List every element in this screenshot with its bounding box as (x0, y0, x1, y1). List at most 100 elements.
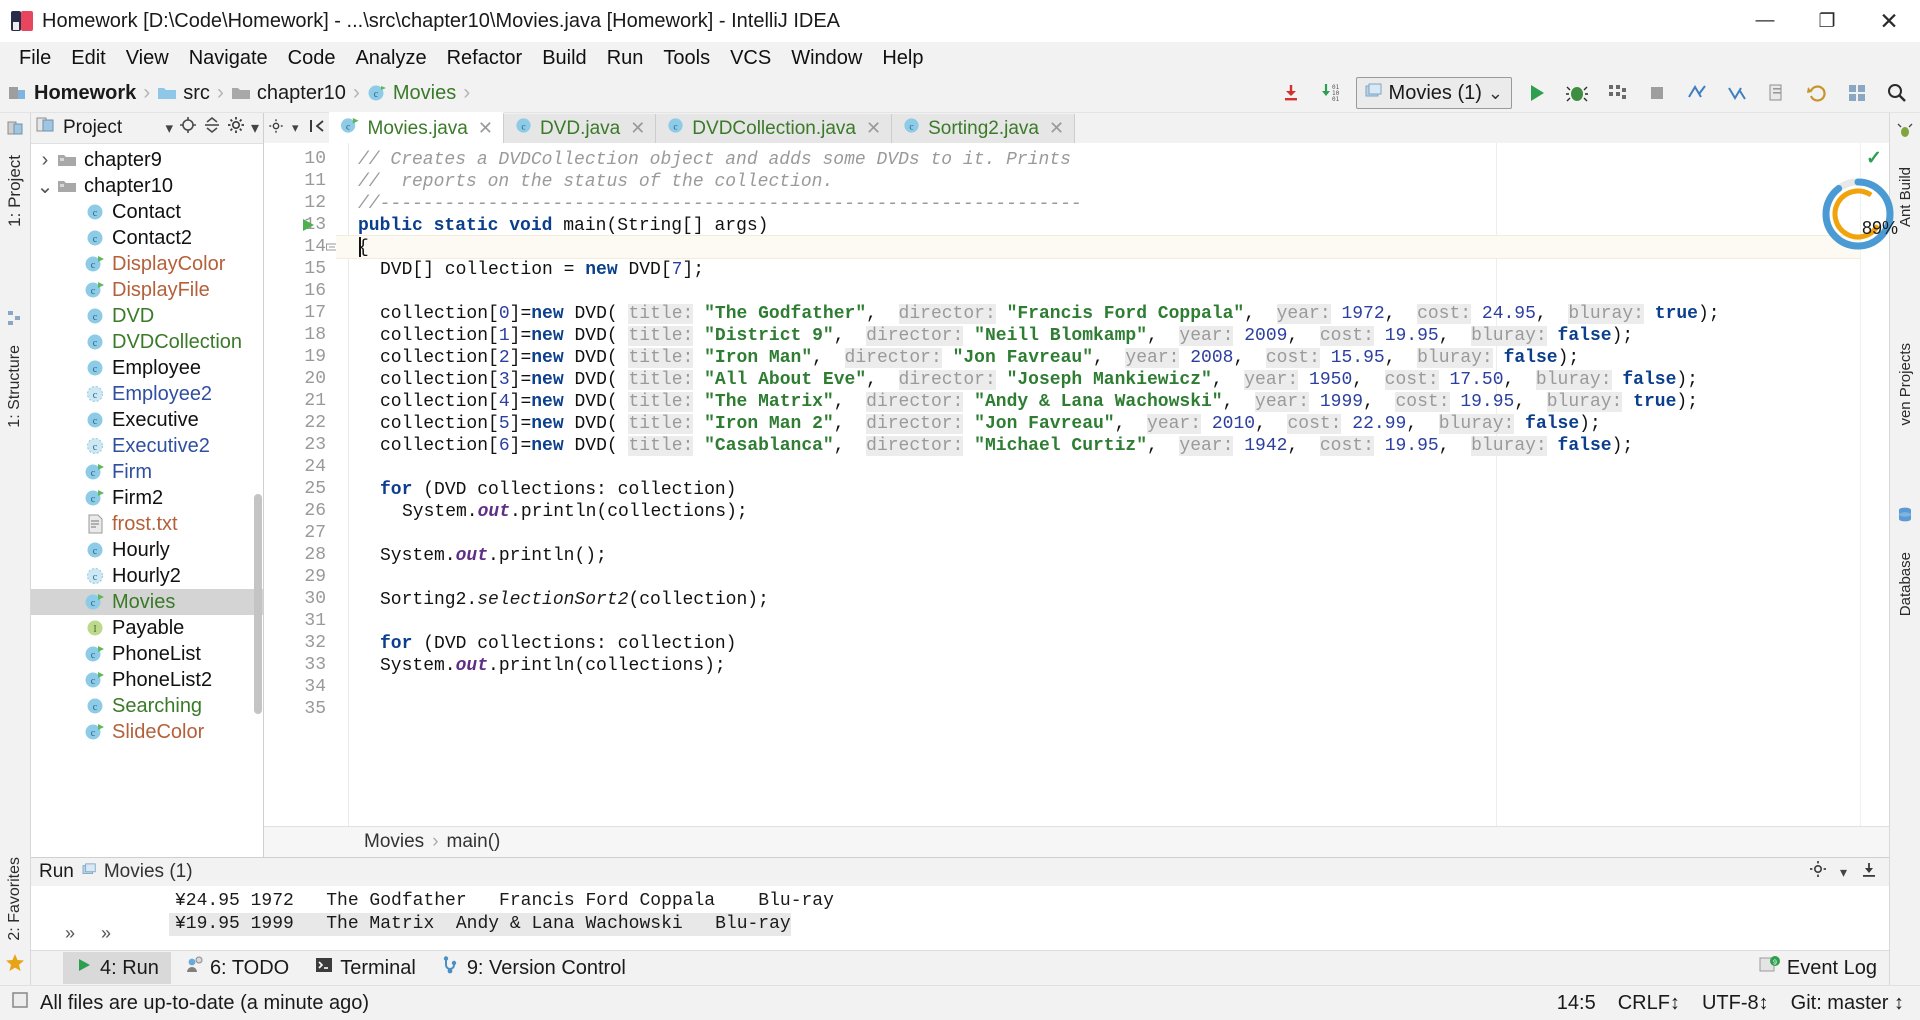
compile-icon[interactable]: 01 10 01 (1316, 78, 1346, 108)
maximize-button[interactable]: ❐ (1796, 0, 1858, 42)
code-line[interactable]: for (DVD collections: collection) (380, 633, 736, 655)
gear-icon[interactable] (227, 116, 245, 140)
menu-item-window[interactable]: Window (781, 45, 872, 72)
settings-gear-icon[interactable] (268, 117, 284, 140)
breadcrumb-item-src[interactable]: src (157, 82, 210, 105)
sidebar-item-maven-projects[interactable]: ven Projects (1897, 337, 1914, 432)
tree-item-employee2[interactable]: c Employee2 (31, 381, 263, 407)
tree-item-chapter9[interactable]: › chapter9 (31, 147, 263, 173)
run-gutter-icon[interactable] (300, 216, 316, 239)
run-console-output[interactable]: ¥24.95 1972 The Godfather Francis Ford C… (169, 886, 1889, 950)
tree-item-displayfile[interactable]: c DisplayFile (31, 277, 263, 303)
breadcrumb-item-movies[interactable]: c Movies (367, 82, 456, 105)
code-line[interactable]: collection[3]=new DVD( title: "All About… (380, 369, 1698, 391)
menu-item-view[interactable]: View (116, 45, 179, 72)
locate-icon[interactable] (179, 116, 197, 140)
tree-item-chapter10[interactable]: ⌄ chapter10 (31, 173, 263, 199)
tree-item-phonelist2[interactable]: c PhoneList2 (31, 667, 263, 693)
hide-panel-icon[interactable]: ▾ (251, 118, 259, 138)
tree-item-employee[interactable]: c Employee (31, 355, 263, 381)
caret-position[interactable]: 14:5 (1557, 992, 1596, 1015)
tree-item-executive[interactable]: c Executive (31, 407, 263, 433)
code-line[interactable]: System.out.println(collections); (380, 655, 726, 677)
settings-gear-icon[interactable] (1842, 78, 1872, 108)
minimize-button[interactable]: — (1734, 0, 1796, 42)
tree-item-firm2[interactable]: c Firm2 (31, 485, 263, 511)
menu-item-edit[interactable]: Edit (61, 45, 115, 72)
code-line[interactable]: for (DVD collections: collection) (380, 479, 736, 501)
code-line[interactable]: Sorting2.selectionSort2(collection); (380, 589, 769, 611)
menu-item-help[interactable]: Help (872, 45, 933, 72)
editor-breadcrumb-item[interactable]: Movies (364, 831, 424, 853)
run-panel-config[interactable]: Movies (1) (82, 861, 193, 883)
vcs-commit-icon[interactable] (1722, 78, 1752, 108)
tree-item-payable[interactable]: I Payable (31, 615, 263, 641)
editor-gutter[interactable]: 10 11 12 13 14 15 16 17 18 19 20 21 22 23 24 25 26 27 28 29… (264, 143, 338, 826)
scroll-to-source-icon[interactable] (307, 117, 325, 140)
close-button[interactable]: ✕ (1858, 0, 1920, 42)
run-button[interactable] (1522, 78, 1552, 108)
menu-item-navigate[interactable]: Navigate (179, 45, 278, 72)
menu-item-code[interactable]: Code (278, 45, 346, 72)
code-line[interactable]: // Creates a DVDCollection object and ad… (358, 149, 1071, 171)
favorites-star-icon[interactable] (5, 953, 25, 979)
undo-icon[interactable] (1802, 78, 1832, 108)
code-line[interactable]: DVD[] collection = new DVD[7]; (380, 259, 704, 281)
project-tree[interactable]: › chapter9 ⌄ chapter10 c Contact c Contact2 c Dis… (31, 144, 263, 857)
close-icon[interactable]: ✕ (1049, 118, 1064, 139)
tree-item-firm[interactable]: c Firm (31, 459, 263, 485)
code-line[interactable]: System.out.println(); (380, 545, 607, 567)
editor-tab-dvd-java[interactable]: c DVD.java ✕ (503, 114, 657, 143)
vcs-update-icon[interactable] (1682, 78, 1712, 108)
expand-right-button[interactable]: » (101, 923, 111, 944)
tree-twisty-icon[interactable]: › (35, 149, 55, 172)
tool-tab-terminal[interactable]: Terminal (303, 952, 428, 984)
tree-twisty-icon[interactable]: ⌄ (35, 174, 55, 199)
project-scrollbar[interactable] (253, 144, 263, 857)
update-project-icon[interactable] (1276, 78, 1306, 108)
code-line[interactable]: collection[5]=new DVD( title: "Iron Man … (380, 413, 1601, 435)
event-log-area[interactable]: 9 Event Log (1759, 956, 1889, 980)
tree-item-hourly2[interactable]: c Hourly2 (31, 563, 263, 589)
menu-item-file[interactable]: File (9, 45, 61, 72)
inspection-ok-icon[interactable]: ✓ (1866, 147, 1882, 170)
tree-item-dvd[interactable]: c DVD (31, 303, 263, 329)
tree-item-contact[interactable]: c Contact (31, 199, 263, 225)
debug-button[interactable] (1562, 78, 1592, 108)
tree-item-dvdcollection[interactable]: c DVDCollection (31, 329, 263, 355)
editor-breadcrumb-item[interactable]: main() (447, 831, 501, 853)
code-line[interactable]: System.out.println(collections); (402, 501, 748, 523)
tree-item-phonelist[interactable]: c PhoneList (31, 641, 263, 667)
sidebar-item-structure[interactable]: 1: Structure (6, 339, 24, 434)
code-line[interactable]: public static void main(String[] args) (358, 215, 768, 237)
menu-item-tools[interactable]: Tools (653, 45, 720, 72)
search-icon[interactable] (1882, 78, 1912, 108)
coverage-button[interactable] (1602, 78, 1632, 108)
tree-item-contact2[interactable]: c Contact2 (31, 225, 263, 251)
sidebar-item-database[interactable]: Database (1897, 546, 1914, 622)
menu-item-analyze[interactable]: Analyze (345, 45, 436, 72)
run-configuration-selector[interactable]: Movies (1) ⌄ (1355, 77, 1512, 109)
editor-tab-dvdcollection-java[interactable]: c DVDCollection.java ✕ (656, 114, 893, 143)
breadcrumb-item-chapter10[interactable]: chapter10 (231, 82, 346, 105)
editor-tab-movies-java[interactable]: c Movies.java ✕ (328, 112, 504, 143)
chevron-down-icon[interactable]: ⌄ (1488, 83, 1503, 104)
code-text[interactable]: // Creates a DVDCollection object and ad… (336, 143, 1860, 826)
menu-item-run[interactable]: Run (597, 45, 654, 72)
tree-item-executive2[interactable]: c Executive2 (31, 433, 263, 459)
sidebar-item-favorites[interactable]: 2: Favorites (6, 851, 24, 947)
menu-item-refactor[interactable]: Refactor (437, 45, 533, 72)
sidebar-item-ant-build[interactable]: Ant Build (1897, 161, 1914, 233)
editor-tab-sorting2-java[interactable]: c Sorting2.java ✕ (892, 114, 1076, 143)
tool-tab-6-todo[interactable]: 6: TODO (173, 952, 301, 984)
chevron-down-icon[interactable]: ▾ (292, 120, 299, 136)
hide-panel-icon[interactable] (1859, 860, 1879, 884)
menu-item-build[interactable]: Build (532, 45, 596, 72)
chevron-down-icon[interactable]: ▾ (1840, 864, 1847, 881)
code-line[interactable]: //--------------------------------------… (358, 193, 1082, 215)
chevron-down-icon[interactable]: ▾ (165, 119, 173, 137)
tree-item-hourly[interactable]: c Hourly (31, 537, 263, 563)
breadcrumb-item-homework[interactable]: Homework (8, 82, 136, 105)
tool-tab-9-version-control[interactable]: 9: Version Control (430, 952, 638, 984)
tree-item-frost-txt[interactable]: frost.txt (31, 511, 263, 537)
